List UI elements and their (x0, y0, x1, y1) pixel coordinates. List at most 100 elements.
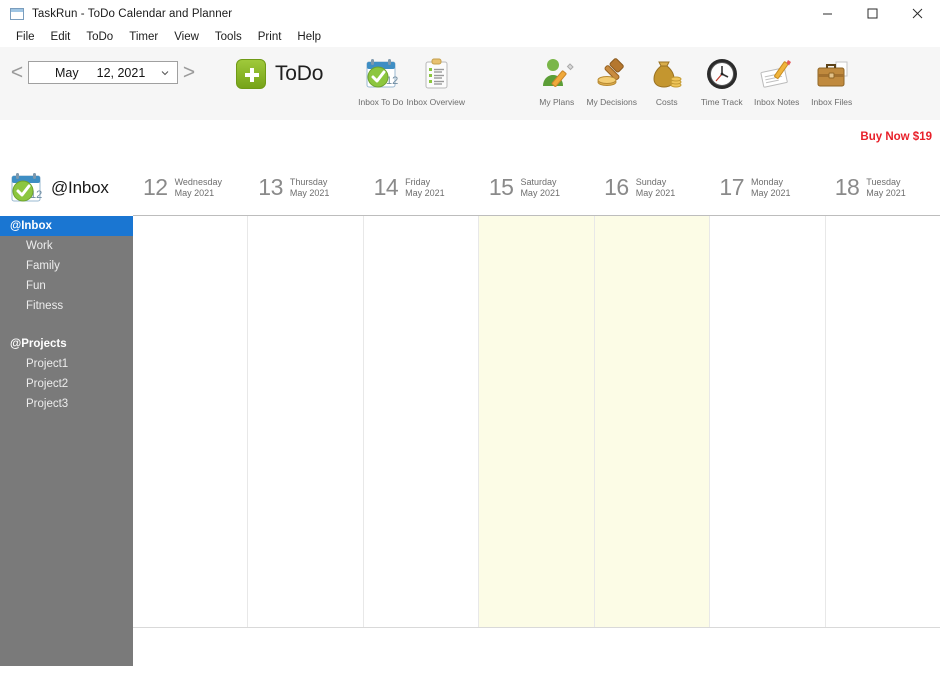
close-icon[interactable] (895, 0, 940, 27)
toolbar-item-time-track[interactable]: Time Track (694, 53, 749, 107)
window-app-icon (10, 7, 24, 20)
menu-item-view[interactable]: View (166, 27, 207, 47)
sidebar-item-project2[interactable]: Project2 (0, 374, 133, 394)
toolbar-item-label: Inbox Files (811, 97, 853, 107)
day-number: 13 (258, 174, 283, 200)
menu-item-edit[interactable]: Edit (43, 27, 79, 47)
day-header[interactable]: 13 Thursday May 2021 (248, 160, 363, 215)
toolbar-item-label: My Plans (539, 97, 575, 107)
day-column-friday[interactable] (364, 216, 480, 627)
sidebar-item-project3[interactable]: Project3 (0, 394, 133, 414)
person-pencil-icon (539, 53, 575, 95)
sidebar: 12 @Inbox @Inbox Work Family Fun Fitness… (0, 160, 133, 666)
sidebar-item-projects[interactable]: @Projects (0, 334, 133, 354)
day-month-year: May 2021 (520, 187, 560, 198)
day-name: Saturday (520, 176, 557, 187)
sidebar-list: @Inbox Work Family Fun Fitness @Projects… (0, 216, 133, 666)
menu-item-file[interactable]: File (8, 27, 43, 47)
toolbar-item-inbox-todo[interactable]: 12 Inbox To Do (353, 53, 408, 107)
toolbar: < May 12, 2021 > ToDo 12 Inbox To Do Inb… (0, 47, 940, 143)
day-name: Monday (751, 176, 784, 187)
title-bar: TaskRun - ToDo Calendar and Planner (0, 0, 940, 27)
calendar-header: 12 Wednesday May 2021 13 Thursday May 20… (133, 160, 940, 216)
window-title: TaskRun - ToDo Calendar and Planner (32, 7, 233, 20)
toolbar-group-inbox: 12 Inbox To Do Inbox Overview (353, 53, 466, 107)
window-controls (805, 0, 940, 27)
day-header[interactable]: 16 Sunday May 2021 (594, 160, 709, 215)
date-navigator: < May 12, 2021 > (6, 61, 200, 84)
toolbar-item-label: Inbox Overview (406, 97, 466, 107)
day-number: 17 (719, 174, 744, 200)
minimize-icon[interactable] (805, 0, 850, 27)
sidebar-divider (0, 316, 133, 334)
toolbar-item-label: Inbox Notes (754, 97, 800, 107)
sidebar-header: 12 @Inbox (0, 160, 133, 216)
day-month-year: May 2021 (635, 187, 676, 198)
day-column-sunday[interactable] (594, 216, 711, 627)
calendar-check-icon: 12 (11, 173, 42, 202)
date-day-year: 12, 2021 (96, 65, 146, 80)
maximize-icon[interactable] (850, 0, 895, 27)
day-column-thursday[interactable] (248, 216, 364, 627)
toolbar-item-inbox-overview[interactable]: Inbox Overview (406, 53, 466, 107)
day-month-year: May 2021 (751, 187, 791, 198)
day-column-saturday[interactable] (479, 216, 595, 627)
calendar-check-icon: 12 (364, 53, 398, 95)
day-column-tuesday[interactable] (826, 216, 940, 627)
menu-item-timer[interactable]: Timer (121, 27, 166, 47)
sidebar-item-project1[interactable]: Project1 (0, 354, 133, 374)
menu-bar: File Edit ToDo Timer View Tools Print He… (0, 27, 940, 47)
toolbar-item-my-plans[interactable]: My Plans (529, 53, 584, 107)
day-month-year: May 2021 (405, 187, 445, 198)
add-todo-button[interactable]: ToDo (236, 59, 323, 89)
day-column-wednesday[interactable] (133, 216, 249, 627)
day-month-year: May 2021 (289, 187, 330, 198)
day-name: Tuesday (866, 176, 901, 187)
toolbar-item-my-decisions[interactable]: My Decisions (584, 53, 639, 107)
sidebar-header-label: @Inbox (51, 178, 109, 197)
sidebar-item-fitness[interactable]: Fitness (0, 296, 133, 316)
clipboard-list-icon (419, 53, 453, 95)
day-month-year: May 2021 (174, 187, 215, 198)
day-header[interactable]: 17 Monday May 2021 (709, 160, 824, 215)
toolbar-item-label: My Decisions (586, 97, 637, 107)
sidebar-item-inbox[interactable]: @Inbox (0, 216, 133, 236)
sidebar-item-fun[interactable]: Fun (0, 276, 133, 296)
toolbar-spacer (0, 120, 940, 160)
day-number: 18 (834, 174, 860, 200)
toolbar-item-costs[interactable]: Costs (639, 53, 694, 107)
date-picker[interactable]: May 12, 2021 (28, 61, 178, 84)
toolbar-item-inbox-files[interactable]: Inbox Files (804, 53, 859, 107)
menu-item-todo[interactable]: ToDo (78, 27, 121, 47)
day-number: 15 (488, 174, 514, 200)
calendar-view: 12 Wednesday May 2021 13 Thursday May 20… (133, 160, 940, 666)
day-number: 14 (373, 174, 399, 200)
main-body: 12 @Inbox @Inbox Work Family Fun Fitness… (0, 160, 940, 666)
toolbar-item-inbox-notes[interactable]: Inbox Notes (749, 53, 804, 107)
calendar-footer-space (133, 628, 940, 664)
buy-now-button[interactable]: Buy Now $19 (860, 131, 932, 143)
toolbar-item-label: Costs (655, 97, 678, 107)
day-header[interactable]: 12 Wednesday May 2021 (133, 160, 248, 215)
day-header[interactable]: 18 Tuesday May 2021 (825, 160, 940, 215)
toolbar-group-modules: My Plans My Decisions Costs Time Track I… (529, 53, 859, 107)
day-header[interactable]: 15 Saturday May 2021 (479, 160, 594, 215)
day-column-monday[interactable] (710, 216, 826, 627)
menu-item-tools[interactable]: Tools (207, 27, 250, 47)
sidebar-item-family[interactable]: Family (0, 256, 133, 276)
sidebar-item-work[interactable]: Work (0, 236, 133, 256)
status-bar: Edit Delete Documents\@Inbox\ @Inbox Wee… (0, 666, 940, 679)
menu-item-print[interactable]: Print (250, 27, 290, 47)
notes-pencil-icon (759, 53, 795, 95)
plus-icon (236, 59, 266, 89)
menu-item-help[interactable]: Help (289, 27, 329, 47)
day-name: Thursday (289, 176, 328, 187)
day-name: Wednesday (174, 176, 222, 187)
day-header[interactable]: 14 Friday May 2021 (364, 160, 479, 215)
briefcase-icon (814, 53, 850, 95)
add-todo-label: ToDo (275, 62, 324, 85)
day-number: 12 (143, 174, 168, 200)
next-date-button[interactable]: > (178, 62, 200, 83)
prev-date-button[interactable]: < (6, 62, 28, 83)
chevron-down-icon[interactable] (161, 69, 169, 77)
